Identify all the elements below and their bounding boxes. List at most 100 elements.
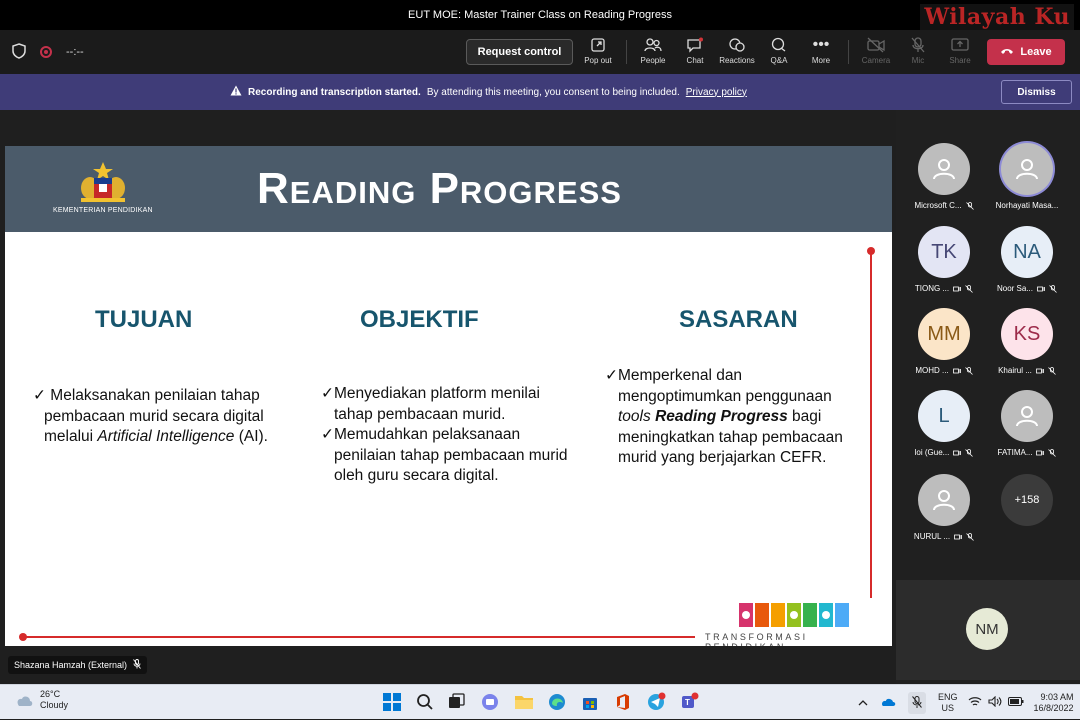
mic-muted-icon <box>965 284 973 293</box>
participant-name: loi (Gue... <box>914 448 950 457</box>
tujuan-line-3: melalui Artificial Intelligence (AI). <box>44 428 268 445</box>
more-participants-count: +158 <box>1001 474 1053 526</box>
person-icon <box>1016 159 1038 180</box>
decor-line-horizontal <box>22 636 695 638</box>
participant-avatar <box>918 474 970 526</box>
transformasi-pendidikan-text: TRANSFORMASI PENDIDIKAN <box>705 632 808 646</box>
onedrive-icon[interactable] <box>880 697 896 709</box>
sasaran-line-4: meningkatkan tahap pembacaan <box>618 428 843 446</box>
language-code: ENG <box>938 691 958 702</box>
objektif-line-3: ✓Memudahkan pelaksanaan <box>321 426 521 443</box>
clock-date: 16/8/2022 <box>1033 702 1074 713</box>
system-tray: ENG US 9:03 AM 16/8/2022 <box>858 685 1074 720</box>
pop-out-label: Pop out <box>584 56 612 65</box>
wifi-icon[interactable] <box>968 696 982 709</box>
participant-name: Microsoft C... <box>914 201 962 210</box>
telegram-icon[interactable] <box>644 690 668 714</box>
participant-name: FATIMA... <box>997 448 1033 457</box>
participant-avatar: TK <box>918 226 970 278</box>
participant-tile[interactable]: FATIMA... <box>982 390 1072 470</box>
participant-tile[interactable]: TK TIONG ... <box>899 226 989 306</box>
mic-muted-icon <box>133 659 141 671</box>
tujuan-title: TUJUAN <box>95 306 193 333</box>
mic-muted-icon <box>966 532 974 541</box>
ministry-name: KEMENTERIAN PENDIDIKAN <box>53 207 153 214</box>
mic-muted-icon <box>965 201 974 210</box>
chevron-up-icon[interactable] <box>858 698 868 708</box>
participant-tile[interactable]: KS Khairul ... <box>982 308 1072 388</box>
share-button[interactable]: Share <box>938 34 982 70</box>
chat-button[interactable]: Chat <box>673 34 717 70</box>
camera-button[interactable]: Camera <box>854 34 898 70</box>
more-icon: ••• <box>812 36 830 53</box>
more-participants-tile[interactable]: +158 <box>982 474 1072 554</box>
teams-app-icon[interactable]: T <box>677 690 701 714</box>
chat-icon <box>686 34 704 56</box>
shield-icon[interactable] <box>12 42 26 62</box>
sasaran-line-1: ✓Memperkenal dan <box>605 367 743 384</box>
more-button[interactable]: ••• More <box>799 34 843 70</box>
battery-icon[interactable] <box>1007 697 1024 708</box>
toolbar-divider <box>848 40 849 64</box>
participant-tile[interactable]: MM MOHD ... <box>899 308 989 388</box>
weather-desc: Cloudy <box>40 700 69 710</box>
self-video-tile[interactable]: NM <box>896 580 1080 680</box>
office-icon[interactable] <box>611 690 635 714</box>
teams-chat-icon[interactable] <box>478 690 502 714</box>
dismiss-button[interactable]: Dismiss <box>1001 80 1072 104</box>
objektif-line-4: penilaian tahap pembacaan murid <box>334 446 568 464</box>
participant-avatar: NA <box>1001 226 1053 278</box>
reactions-label: Reactions <box>719 56 755 65</box>
language-indicator[interactable]: ENG US <box>938 692 958 714</box>
warning-icon <box>230 85 242 99</box>
leave-label: Leave <box>1020 46 1052 58</box>
meeting-toolbar: --:-- Request control Pop out People Cha… <box>0 30 1080 74</box>
transformasi-pendidikan-logo <box>739 603 849 627</box>
participant-tile[interactable]: NURUL ... <box>899 474 989 554</box>
mic-button[interactable]: Mic <box>896 34 940 70</box>
leave-button[interactable]: Leave <box>987 39 1065 65</box>
participant-tile[interactable]: Norhayati Masa... <box>982 143 1072 223</box>
volume-icon[interactable] <box>987 695 1002 709</box>
slide-title: Reading Progress <box>257 164 622 213</box>
request-control-button[interactable]: Request control <box>466 39 573 65</box>
edge-browser-icon[interactable] <box>545 690 569 714</box>
share-label: Share <box>949 56 971 65</box>
ministry-crest-logo <box>81 162 125 202</box>
qa-button[interactable]: Q&A <box>757 34 801 70</box>
window-title: EUT MOE: Master Trainer Class on Reading… <box>408 9 672 21</box>
camera-label: Camera <box>861 56 891 65</box>
people-button[interactable]: People <box>631 34 675 70</box>
start-icon[interactable] <box>380 690 404 714</box>
participant-avatar <box>1001 390 1053 442</box>
mic-muted-icon <box>1048 448 1057 457</box>
file-explorer-icon[interactable] <box>512 690 536 714</box>
watermark: Wilayah Ku <box>920 4 1074 30</box>
mic-tray-icon[interactable] <box>908 691 926 714</box>
toolbar-divider <box>626 40 627 64</box>
privacy-policy-link[interactable]: Privacy policy <box>686 87 747 98</box>
mic-muted-icon <box>1049 284 1057 293</box>
clock-time: 9:03 AM <box>1040 691 1074 702</box>
search-icon[interactable] <box>413 690 437 714</box>
clock[interactable]: 9:03 AM 16/8/2022 <box>1034 692 1074 714</box>
windows-taskbar: 26°C Cloudy T ENG US 9:03 AM 16/8/2022 <box>0 684 1080 719</box>
mic-muted-icon <box>964 366 973 375</box>
pop-out-button[interactable]: Pop out <box>576 34 620 70</box>
participant-tile[interactable]: L loi (Gue... <box>899 390 989 470</box>
task-view-icon[interactable] <box>444 690 468 714</box>
store-icon[interactable] <box>578 690 602 714</box>
mic-muted-icon <box>965 448 974 457</box>
sasaran-line-5: murid yang berjajarkan CEFR. <box>618 449 827 466</box>
reactions-button[interactable]: Reactions <box>715 34 759 70</box>
participant-tile[interactable]: Microsoft C... <box>899 143 989 223</box>
mic-muted-icon <box>1048 366 1056 375</box>
objektif-line-2: tahap pembacaan murid. <box>334 405 506 423</box>
participant-tile[interactable]: NA Noor Sa... <box>982 226 1072 306</box>
weather-widget[interactable]: 26°C Cloudy <box>14 689 68 711</box>
objektif-text: ✓Menyediakan platform menilai tahap pemb… <box>321 384 568 487</box>
language-region: US <box>941 702 955 713</box>
slide-header: KEMENTERIAN PENDIDIKAN Reading Progress <box>5 146 892 232</box>
camera-off-icon <box>952 368 961 373</box>
tujuan-line-2: pembacaan murid secara digital <box>44 407 264 425</box>
